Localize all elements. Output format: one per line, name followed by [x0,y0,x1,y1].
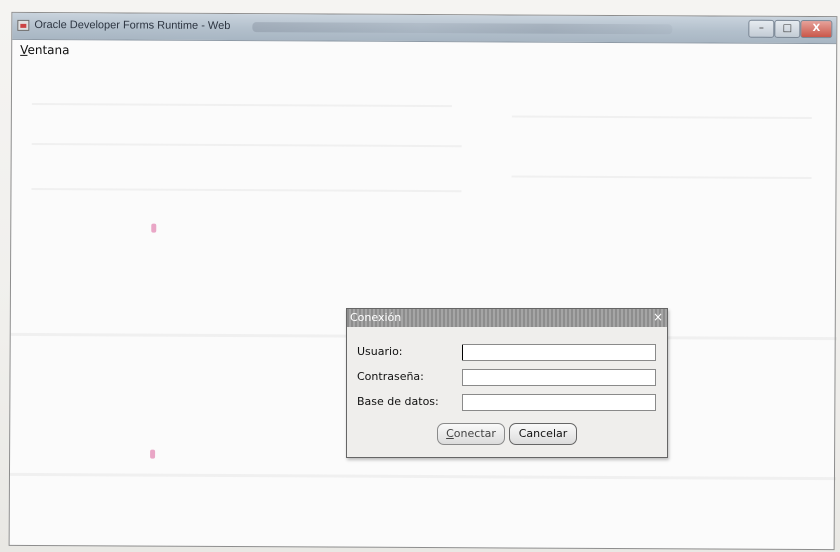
close-button[interactable]: X [800,19,833,39]
java-app-icon [17,19,30,31]
dialog-close-icon[interactable]: × [653,309,663,326]
bleed-through-line [31,142,462,148]
menu-ventana-label: entana [27,42,70,58]
database-input[interactable] [462,394,656,411]
blurred-taskbar-text [252,22,673,35]
minimize-button[interactable]: – [748,19,775,38]
connect-mnemonic: C [446,427,454,440]
connect-label: onectar [453,427,496,440]
database-label: Base de datos: [357,395,439,408]
text-caret [462,345,463,360]
connect-button[interactable]: Conectar [437,423,505,445]
username-label: Usuario: [357,345,403,358]
bleed-through-line [511,115,812,120]
forms-runtime-window: Oracle Developer Forms Runtime - Web – □… [8,11,838,551]
cancel-button[interactable]: Cancelar [509,423,577,445]
password-label: Contraseña: [357,370,424,383]
dialog-titlebar[interactable]: Conexión × [347,309,667,327]
bleed-through-line [511,175,812,180]
window-title: Oracle Developer Forms Runtime - Web [34,18,231,32]
maximize-button[interactable]: □ [774,19,801,38]
pink-mark [151,223,157,233]
connection-dialog: Conexión × Usuario: Contraseña: Base de … [346,308,668,458]
pink-mark [150,449,156,459]
window-titlebar[interactable]: Oracle Developer Forms Runtime - Web – □… [12,12,837,45]
menu-ventana[interactable]: Ventana [20,43,69,57]
bleed-through-line [31,187,462,193]
password-input[interactable] [462,369,656,386]
dialog-title: Conexión [350,311,402,324]
menubar: Ventana [12,40,836,66]
bleed-through-line [31,102,452,108]
username-input[interactable] [462,344,656,361]
bleed-through-line [9,472,836,481]
